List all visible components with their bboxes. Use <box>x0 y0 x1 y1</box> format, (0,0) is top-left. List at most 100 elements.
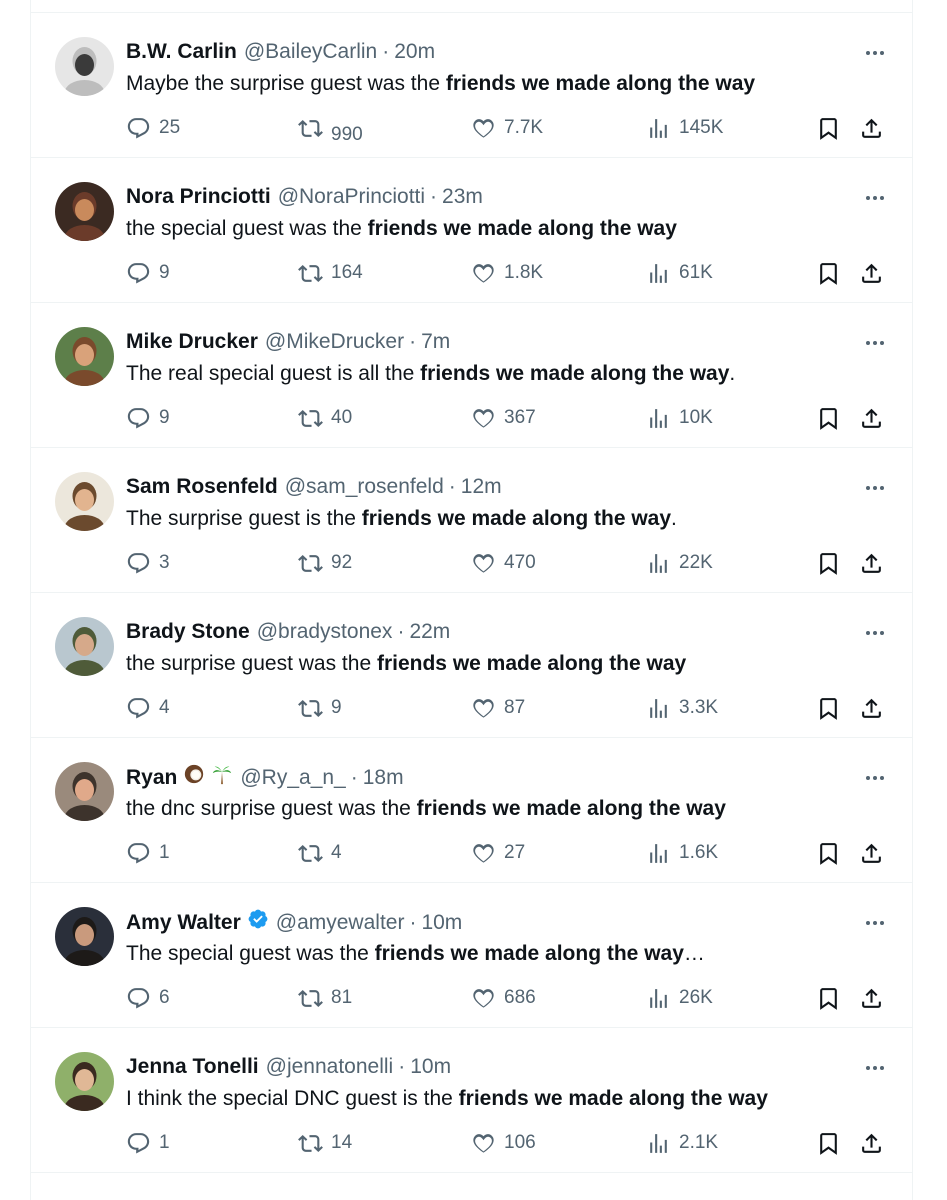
author-name[interactable]: Jenna Tonelli <box>126 1053 259 1081</box>
retweet-button[interactable]: 164 <box>298 258 363 288</box>
more-dots-icon[interactable] <box>863 621 887 645</box>
views-button[interactable]: 61K <box>646 258 713 288</box>
avatar[interactable] <box>55 1052 114 1111</box>
bookmark-button[interactable] <box>816 113 841 143</box>
bookmark-button[interactable] <box>816 258 841 288</box>
like-button[interactable]: 1.8K <box>471 258 543 288</box>
share-button[interactable] <box>859 548 884 578</box>
retweet-button[interactable]: 81 <box>298 983 352 1013</box>
more-dots-icon[interactable] <box>863 331 887 355</box>
share-button[interactable] <box>859 838 884 868</box>
timestamp[interactable]: 10m <box>410 1053 451 1081</box>
author-name[interactable]: Mike Drucker <box>126 328 258 356</box>
author-handle[interactable]: @sam_rosenfeld <box>285 473 444 501</box>
like-button[interactable]: 87 <box>471 693 525 723</box>
bookmark-icon <box>820 987 837 1010</box>
timestamp[interactable]: 18m <box>363 764 404 792</box>
like-button[interactable]: 106 <box>471 1128 536 1158</box>
tweet-7[interactable]: Amy Walter @amyewalter · 10m The special… <box>31 883 912 1028</box>
tweet-3[interactable]: Mike Drucker @MikeDrucker · 7m The real … <box>31 303 912 448</box>
reply-button[interactable]: 1 <box>126 1128 170 1158</box>
author-name[interactable]: Nora Princiotti <box>126 183 271 211</box>
timestamp[interactable]: 20m <box>394 38 435 66</box>
views-button[interactable]: 1.6K <box>646 838 718 868</box>
author-handle[interactable]: @NoraPrinciotti <box>278 183 425 211</box>
author-handle[interactable]: @Ry_a_n_ <box>240 764 345 792</box>
retweet-button[interactable]: 4 <box>298 838 342 868</box>
tweet-8[interactable]: Jenna Tonelli @jennatonelli · 10m I thin… <box>31 1028 912 1173</box>
bookmark-button[interactable] <box>816 403 841 433</box>
timestamp[interactable]: 10m <box>421 909 462 937</box>
timestamp[interactable]: 7m <box>421 328 450 356</box>
tweet-6[interactable]: Ryan @Ry_a_n_ · 18m the dnc surprise gue… <box>31 738 912 883</box>
like-button[interactable]: 470 <box>471 548 536 578</box>
author-name[interactable]: B.W. Carlin <box>126 38 237 66</box>
retweet-button[interactable]: 990 <box>298 113 363 145</box>
more-dots-icon[interactable] <box>863 766 887 790</box>
avatar[interactable] <box>55 182 114 241</box>
share-button[interactable] <box>859 258 884 288</box>
reply-button[interactable]: 9 <box>126 403 170 433</box>
share-button[interactable] <box>859 693 884 723</box>
reply-button[interactable]: 9 <box>126 258 170 288</box>
share-button[interactable] <box>859 403 884 433</box>
bookmark-button[interactable] <box>816 548 841 578</box>
author-name[interactable]: Amy Walter <box>126 909 241 937</box>
author-name[interactable]: Sam Rosenfeld <box>126 473 278 501</box>
bookmark-button[interactable] <box>816 838 841 868</box>
reply-button[interactable]: 25 <box>126 113 180 143</box>
like-button[interactable]: 686 <box>471 983 536 1013</box>
more-dots-icon[interactable] <box>863 186 887 210</box>
tweet-2[interactable]: Nora Princiotti @NoraPrinciotti · 23m th… <box>31 158 912 303</box>
timestamp[interactable]: 23m <box>442 183 483 211</box>
reply-button[interactable]: 1 <box>126 838 170 868</box>
reply-button[interactable]: 6 <box>126 983 170 1013</box>
more-dots-icon[interactable] <box>863 911 887 935</box>
like-button[interactable]: 7.7K <box>471 113 543 143</box>
views-button[interactable]: 3.3K <box>646 693 718 723</box>
more-dots-icon[interactable] <box>863 1056 887 1080</box>
bookmark-button[interactable] <box>816 1128 841 1158</box>
avatar[interactable] <box>55 617 114 676</box>
author-handle[interactable]: @MikeDrucker <box>265 328 404 356</box>
avatar[interactable] <box>55 327 114 386</box>
bookmark-button[interactable] <box>816 693 841 723</box>
author-name[interactable]: Brady Stone <box>126 618 250 646</box>
reply-button[interactable]: 4 <box>126 693 170 723</box>
author-name[interactable]: Ryan <box>126 764 177 792</box>
more-dots-icon[interactable] <box>863 41 887 65</box>
avatar[interactable] <box>55 472 114 531</box>
like-button[interactable]: 27 <box>471 838 525 868</box>
author-handle[interactable]: @BaileyCarlin <box>244 38 377 66</box>
share-button[interactable] <box>859 113 884 143</box>
avatar[interactable] <box>55 907 114 966</box>
author-handle[interactable]: @jennatonelli <box>266 1053 394 1081</box>
tweet-4[interactable]: Sam Rosenfeld @sam_rosenfeld · 12m The s… <box>31 448 912 593</box>
views-button[interactable]: 10K <box>646 403 713 433</box>
author-handle[interactable]: @amyewalter <box>276 909 405 937</box>
retweet-button[interactable]: 14 <box>298 1128 352 1158</box>
avatar[interactable] <box>55 37 114 96</box>
timestamp[interactable]: 22m <box>409 618 450 646</box>
views-button[interactable]: 22K <box>646 548 713 578</box>
author-handle[interactable]: @bradystonex <box>257 618 393 646</box>
tweet-1[interactable]: B.W. Carlin @BaileyCarlin · 20m Maybe th… <box>31 13 912 158</box>
more-dots-icon[interactable] <box>863 476 887 500</box>
retweet-button[interactable]: 9 <box>298 693 342 723</box>
like-button[interactable]: 367 <box>471 403 536 433</box>
share-button[interactable] <box>859 983 884 1013</box>
retweet-button[interactable]: 92 <box>298 548 352 578</box>
views-button[interactable]: 145K <box>646 113 723 143</box>
share-button[interactable] <box>859 1128 884 1158</box>
palm-tree-emoji <box>211 763 233 785</box>
avatar[interactable] <box>55 762 114 821</box>
views-button[interactable]: 2.1K <box>646 1128 718 1158</box>
reply-count: 1 <box>159 842 170 863</box>
retweet-button[interactable]: 40 <box>298 403 352 433</box>
reply-button[interactable]: 3 <box>126 548 170 578</box>
bookmark-button[interactable] <box>816 983 841 1013</box>
tweet-5[interactable]: Brady Stone @bradystonex · 22m the surpr… <box>31 593 912 738</box>
verified-badge-icon[interactable] <box>247 908 269 930</box>
views-button[interactable]: 26K <box>646 983 713 1013</box>
timestamp[interactable]: 12m <box>461 473 502 501</box>
